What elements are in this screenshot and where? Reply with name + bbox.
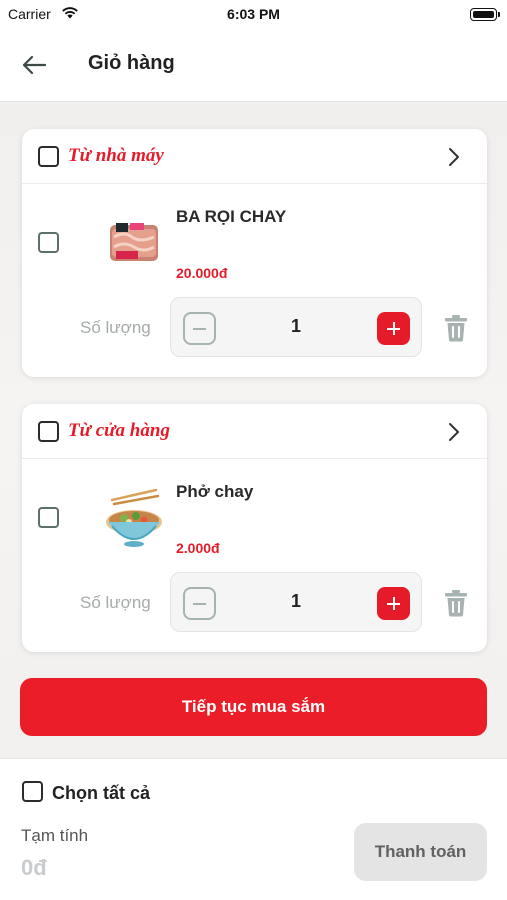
product-image[interactable] (98, 482, 170, 554)
item-checkbox[interactable] (38, 507, 59, 528)
group-checkbox[interactable] (38, 146, 59, 167)
decrease-button[interactable] (183, 312, 216, 345)
chevron-right-icon[interactable] (447, 146, 461, 168)
page-title: Giỏ hàng (88, 52, 175, 74)
select-all-checkbox[interactable] (22, 781, 43, 802)
clock: 6:03 PM (227, 6, 280, 22)
quantity-value[interactable]: 1 (271, 316, 321, 337)
cart-group-store: Từ cửa hàng Phở chay 2.000đ Số lượng 1 (22, 404, 487, 652)
product-image[interactable] (98, 207, 170, 279)
group-title: Từ cửa hàng (68, 420, 170, 441)
increase-button[interactable] (377, 587, 410, 620)
group-title: Từ nhà máy (68, 145, 164, 166)
battery-icon (470, 8, 500, 21)
app-header: Giỏ hàng (0, 30, 507, 102)
item-checkbox[interactable] (38, 232, 59, 253)
cart-group-factory: Từ nhà máy BA RỌI CHAY 20.000đ Số lượng … (22, 129, 487, 377)
status-bar: Carrier 6:03 PM (0, 0, 507, 30)
product-name: Phở chay (176, 482, 254, 501)
back-button[interactable] (18, 50, 52, 80)
quantity-label: Số lượng (80, 318, 151, 337)
checkout-footer: Chọn tất cả Tạm tính 0đ Thanh toán (0, 758, 507, 900)
select-all-label[interactable]: Chọn tất cả (52, 783, 150, 804)
product-price: 2.000đ (176, 540, 220, 556)
product-price: 20.000đ (176, 265, 228, 281)
subtotal-value: 0đ (21, 855, 47, 880)
cart-content: Từ nhà máy BA RỌI CHAY 20.000đ Số lượng … (0, 102, 507, 758)
quantity-label: Số lượng (80, 593, 151, 612)
quantity-stepper: 1 (170, 572, 422, 632)
product-name: BA RỌI CHAY (176, 207, 287, 226)
quantity-stepper: 1 (170, 297, 422, 357)
subtotal-label: Tạm tính (21, 826, 89, 845)
chevron-right-icon[interactable] (447, 421, 461, 443)
arrow-left-icon (22, 55, 47, 75)
group-header: Từ nhà máy (22, 129, 487, 184)
trash-icon[interactable] (444, 589, 468, 617)
checkout-button[interactable]: Thanh toán (354, 823, 487, 881)
quantity-value[interactable]: 1 (271, 591, 321, 612)
group-checkbox[interactable] (38, 421, 59, 442)
increase-button[interactable] (377, 312, 410, 345)
trash-icon[interactable] (444, 314, 468, 342)
continue-shopping-button[interactable]: Tiếp tục mua sắm (20, 678, 487, 736)
decrease-button[interactable] (183, 587, 216, 620)
group-header: Từ cửa hàng (22, 404, 487, 459)
